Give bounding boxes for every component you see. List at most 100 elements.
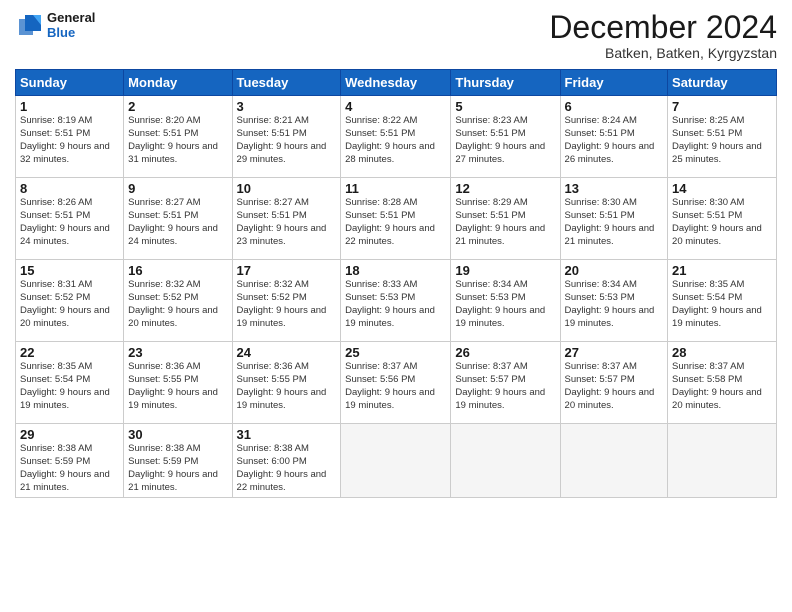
day-number: 25 (345, 345, 446, 360)
day-info: Sunrise: 8:21 AMSunset: 5:51 PMDaylight:… (237, 115, 337, 166)
table-row: 5Sunrise: 8:23 AMSunset: 5:51 PMDaylight… (451, 96, 560, 178)
day-info: Sunrise: 8:38 AMSunset: 6:00 PMDaylight:… (237, 443, 337, 494)
calendar-week-row: 1Sunrise: 8:19 AMSunset: 5:51 PMDaylight… (16, 96, 777, 178)
day-info: Sunrise: 8:36 AMSunset: 5:55 PMDaylight:… (237, 361, 337, 412)
table-row: 28Sunrise: 8:37 AMSunset: 5:58 PMDayligh… (668, 342, 777, 424)
day-number: 24 (237, 345, 337, 360)
table-row (341, 424, 451, 498)
calendar: Sunday Monday Tuesday Wednesday Thursday… (15, 69, 777, 498)
table-row: 30Sunrise: 8:38 AMSunset: 5:59 PMDayligh… (124, 424, 232, 498)
day-info: Sunrise: 8:25 AMSunset: 5:51 PMDaylight:… (672, 115, 772, 166)
table-row: 13Sunrise: 8:30 AMSunset: 5:51 PMDayligh… (560, 178, 668, 260)
table-row: 18Sunrise: 8:33 AMSunset: 5:53 PMDayligh… (341, 260, 451, 342)
col-saturday: Saturday (668, 70, 777, 96)
day-number: 22 (20, 345, 119, 360)
day-number: 21 (672, 263, 772, 278)
day-info: Sunrise: 8:27 AMSunset: 5:51 PMDaylight:… (128, 197, 227, 248)
day-number: 23 (128, 345, 227, 360)
col-wednesday: Wednesday (341, 70, 451, 96)
table-row: 23Sunrise: 8:36 AMSunset: 5:55 PMDayligh… (124, 342, 232, 424)
table-row: 15Sunrise: 8:31 AMSunset: 5:52 PMDayligh… (16, 260, 124, 342)
day-info: Sunrise: 8:19 AMSunset: 5:51 PMDaylight:… (20, 115, 119, 166)
day-number: 9 (128, 181, 227, 196)
table-row: 14Sunrise: 8:30 AMSunset: 5:51 PMDayligh… (668, 178, 777, 260)
day-info: Sunrise: 8:31 AMSunset: 5:52 PMDaylight:… (20, 279, 119, 330)
table-row: 19Sunrise: 8:34 AMSunset: 5:53 PMDayligh… (451, 260, 560, 342)
table-row: 21Sunrise: 8:35 AMSunset: 5:54 PMDayligh… (668, 260, 777, 342)
table-row: 26Sunrise: 8:37 AMSunset: 5:57 PMDayligh… (451, 342, 560, 424)
day-info: Sunrise: 8:30 AMSunset: 5:51 PMDaylight:… (565, 197, 664, 248)
day-info: Sunrise: 8:22 AMSunset: 5:51 PMDaylight:… (345, 115, 446, 166)
table-row: 16Sunrise: 8:32 AMSunset: 5:52 PMDayligh… (124, 260, 232, 342)
day-number: 8 (20, 181, 119, 196)
day-number: 3 (237, 99, 337, 114)
day-info: Sunrise: 8:37 AMSunset: 5:57 PMDaylight:… (455, 361, 555, 412)
logo-line1: General (47, 10, 95, 25)
day-info: Sunrise: 8:27 AMSunset: 5:51 PMDaylight:… (237, 197, 337, 248)
table-row: 11Sunrise: 8:28 AMSunset: 5:51 PMDayligh… (341, 178, 451, 260)
day-number: 18 (345, 263, 446, 278)
table-row: 4Sunrise: 8:22 AMSunset: 5:51 PMDaylight… (341, 96, 451, 178)
table-row (451, 424, 560, 498)
table-row: 8Sunrise: 8:26 AMSunset: 5:51 PMDaylight… (16, 178, 124, 260)
calendar-week-row: 8Sunrise: 8:26 AMSunset: 5:51 PMDaylight… (16, 178, 777, 260)
day-info: Sunrise: 8:36 AMSunset: 5:55 PMDaylight:… (128, 361, 227, 412)
day-number: 4 (345, 99, 446, 114)
day-info: Sunrise: 8:24 AMSunset: 5:51 PMDaylight:… (565, 115, 664, 166)
table-row: 25Sunrise: 8:37 AMSunset: 5:56 PMDayligh… (341, 342, 451, 424)
day-number: 6 (565, 99, 664, 114)
header: General Blue December 2024 Batken, Batke… (15, 10, 777, 61)
logo-line2: Blue (47, 25, 95, 40)
day-number: 20 (565, 263, 664, 278)
day-info: Sunrise: 8:38 AMSunset: 5:59 PMDaylight:… (128, 443, 227, 494)
calendar-week-row: 15Sunrise: 8:31 AMSunset: 5:52 PMDayligh… (16, 260, 777, 342)
day-info: Sunrise: 8:37 AMSunset: 5:58 PMDaylight:… (672, 361, 772, 412)
day-info: Sunrise: 8:30 AMSunset: 5:51 PMDaylight:… (672, 197, 772, 248)
day-number: 27 (565, 345, 664, 360)
col-sunday: Sunday (16, 70, 124, 96)
day-number: 5 (455, 99, 555, 114)
day-info: Sunrise: 8:20 AMSunset: 5:51 PMDaylight:… (128, 115, 227, 166)
col-friday: Friday (560, 70, 668, 96)
table-row: 31Sunrise: 8:38 AMSunset: 6:00 PMDayligh… (232, 424, 341, 498)
table-row: 29Sunrise: 8:38 AMSunset: 5:59 PMDayligh… (16, 424, 124, 498)
day-number: 19 (455, 263, 555, 278)
day-number: 7 (672, 99, 772, 114)
day-info: Sunrise: 8:35 AMSunset: 5:54 PMDaylight:… (20, 361, 119, 412)
table-row: 17Sunrise: 8:32 AMSunset: 5:52 PMDayligh… (232, 260, 341, 342)
table-row: 3Sunrise: 8:21 AMSunset: 5:51 PMDaylight… (232, 96, 341, 178)
col-monday: Monday (124, 70, 232, 96)
table-row: 22Sunrise: 8:35 AMSunset: 5:54 PMDayligh… (16, 342, 124, 424)
col-thursday: Thursday (451, 70, 560, 96)
day-number: 29 (20, 427, 119, 442)
day-info: Sunrise: 8:35 AMSunset: 5:54 PMDaylight:… (672, 279, 772, 330)
day-number: 26 (455, 345, 555, 360)
table-row: 12Sunrise: 8:29 AMSunset: 5:51 PMDayligh… (451, 178, 560, 260)
table-row: 7Sunrise: 8:25 AMSunset: 5:51 PMDaylight… (668, 96, 777, 178)
day-info: Sunrise: 8:34 AMSunset: 5:53 PMDaylight:… (455, 279, 555, 330)
logo-icon (15, 11, 45, 39)
day-info: Sunrise: 8:28 AMSunset: 5:51 PMDaylight:… (345, 197, 446, 248)
day-number: 15 (20, 263, 119, 278)
day-info: Sunrise: 8:34 AMSunset: 5:53 PMDaylight:… (565, 279, 664, 330)
day-info: Sunrise: 8:32 AMSunset: 5:52 PMDaylight:… (128, 279, 227, 330)
logo: General Blue (15, 10, 95, 40)
day-info: Sunrise: 8:37 AMSunset: 5:56 PMDaylight:… (345, 361, 446, 412)
day-number: 11 (345, 181, 446, 196)
table-row: 20Sunrise: 8:34 AMSunset: 5:53 PMDayligh… (560, 260, 668, 342)
table-row: 1Sunrise: 8:19 AMSunset: 5:51 PMDaylight… (16, 96, 124, 178)
calendar-week-row: 22Sunrise: 8:35 AMSunset: 5:54 PMDayligh… (16, 342, 777, 424)
day-number: 10 (237, 181, 337, 196)
title-section: December 2024 Batken, Batken, Kyrgyzstan (549, 10, 777, 61)
calendar-week-row: 29 Sunrise: 8:38 AMSunset: 5:59 PMDayligh… (16, 424, 777, 498)
day-number: 14 (672, 181, 772, 196)
day-info: Sunrise: 8:26 AMSunset: 5:51 PMDaylight:… (20, 197, 119, 248)
day-number: 31 (237, 427, 337, 442)
day-info: Sunrise: 8:33 AMSunset: 5:53 PMDaylight:… (345, 279, 446, 330)
day-number: 30 (128, 427, 227, 442)
month-title: December 2024 (549, 10, 777, 45)
table-row (560, 424, 668, 498)
col-tuesday: Tuesday (232, 70, 341, 96)
day-number: 1 (20, 99, 119, 114)
day-info: Sunrise: 8:37 AMSunset: 5:57 PMDaylight:… (565, 361, 664, 412)
